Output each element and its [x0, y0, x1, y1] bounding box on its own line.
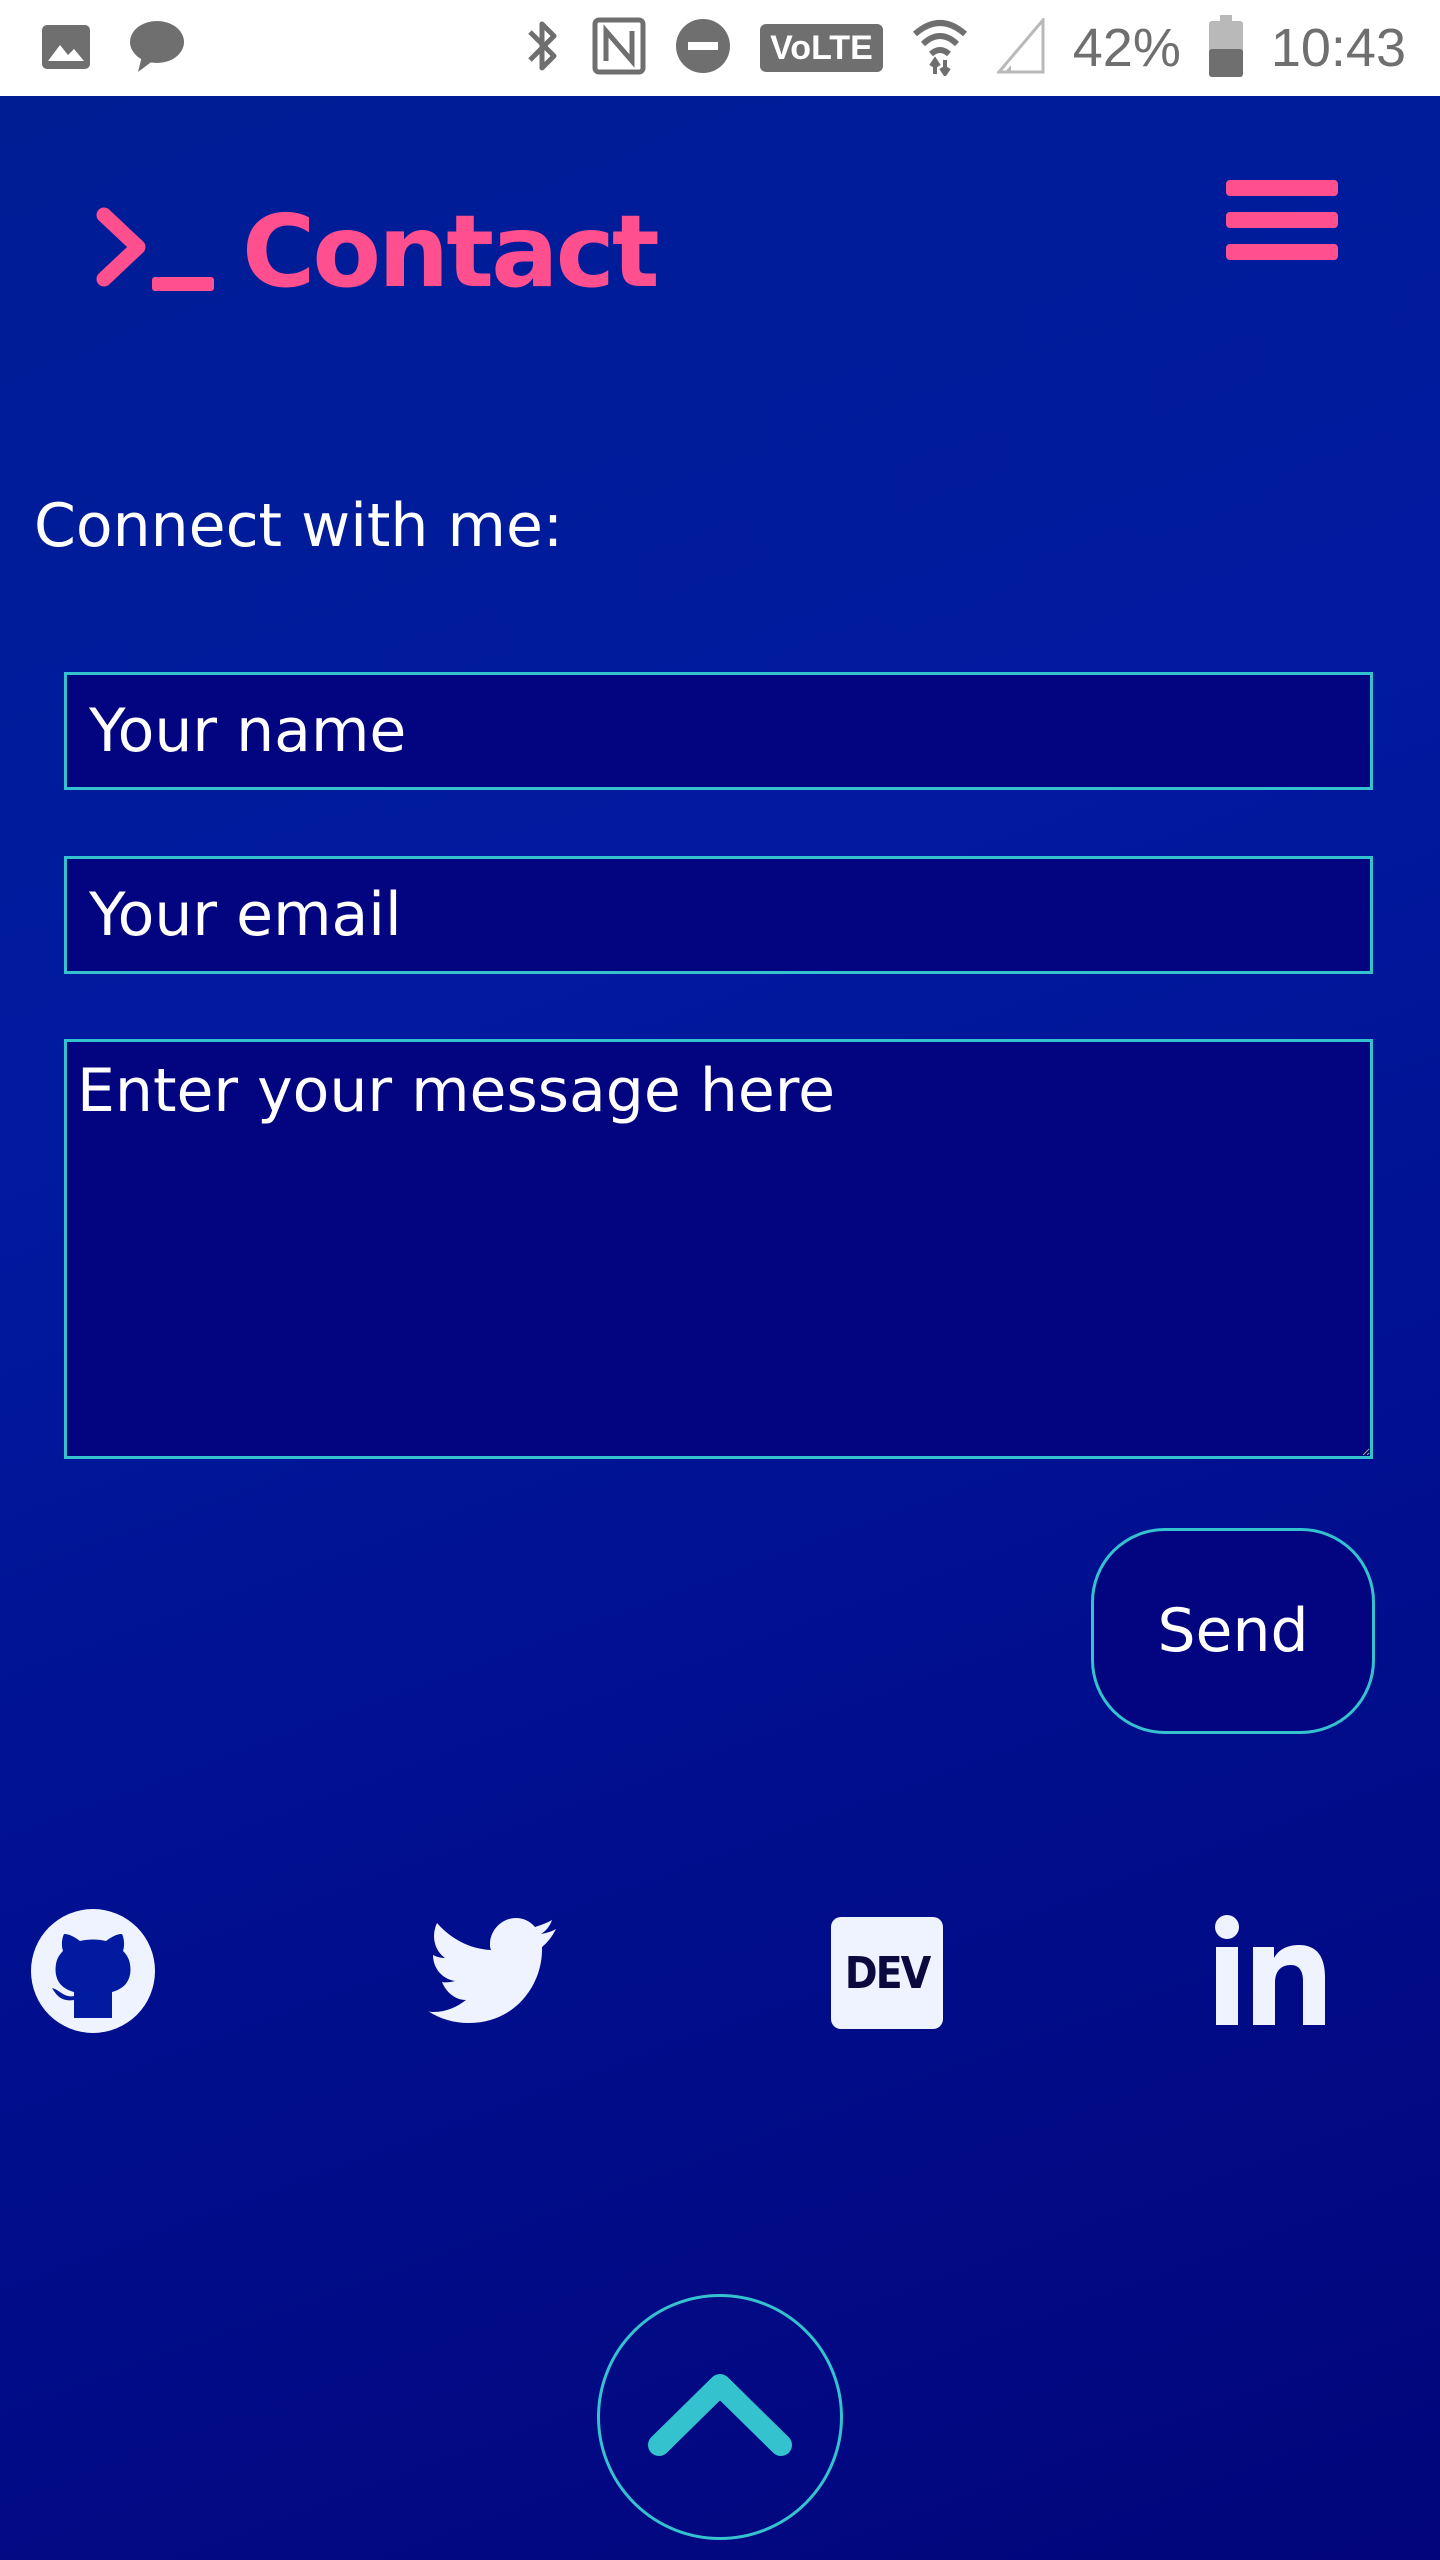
nfc-icon — [592, 17, 646, 79]
message-textarea[interactable] — [64, 1039, 1373, 1459]
chat-bubble-icon — [128, 18, 186, 80]
wifi-icon — [911, 16, 969, 80]
battery-percentage: 42% — [1072, 18, 1181, 78]
dev-link[interactable]: DEV — [822, 1908, 952, 2038]
page-title: Contact — [242, 193, 660, 310]
terminal-prompt-icon — [92, 205, 216, 299]
github-link[interactable] — [28, 1908, 158, 2038]
page-header: Contact — [92, 192, 660, 312]
signal-icon — [995, 15, 1045, 78]
status-bar-notifications — [40, 18, 186, 80]
connect-heading: Connect with me: — [34, 491, 564, 561]
dev-icon: DEV — [831, 1917, 943, 2029]
do-not-disturb-icon — [674, 17, 732, 79]
chevron-up-icon — [645, 2365, 795, 2469]
twitter-icon — [428, 1917, 558, 2029]
name-input[interactable] — [64, 672, 1373, 790]
linkedin-icon — [1213, 1913, 1329, 2033]
image-icon — [40, 21, 92, 77]
status-bar: VoLTE 42% 10:43 — [0, 0, 1440, 96]
scroll-to-top-button[interactable] — [597, 2294, 843, 2540]
battery-icon — [1208, 15, 1243, 81]
email-input[interactable] — [64, 856, 1373, 974]
twitter-link[interactable] — [428, 1908, 558, 2038]
github-icon — [30, 1908, 156, 2038]
clock: 10:43 — [1270, 18, 1406, 78]
bluetooth-icon — [524, 16, 564, 80]
send-button[interactable]: Send — [1091, 1528, 1375, 1734]
hamburger-menu-icon[interactable] — [1224, 166, 1340, 270]
linkedin-link[interactable] — [1206, 1908, 1336, 2038]
volte-icon: VoLTE — [760, 24, 883, 72]
contact-page: Contact Connect with me: Send DEV — [0, 96, 1440, 2560]
status-bar-system: VoLTE 42% 10:43 — [524, 14, 1406, 82]
